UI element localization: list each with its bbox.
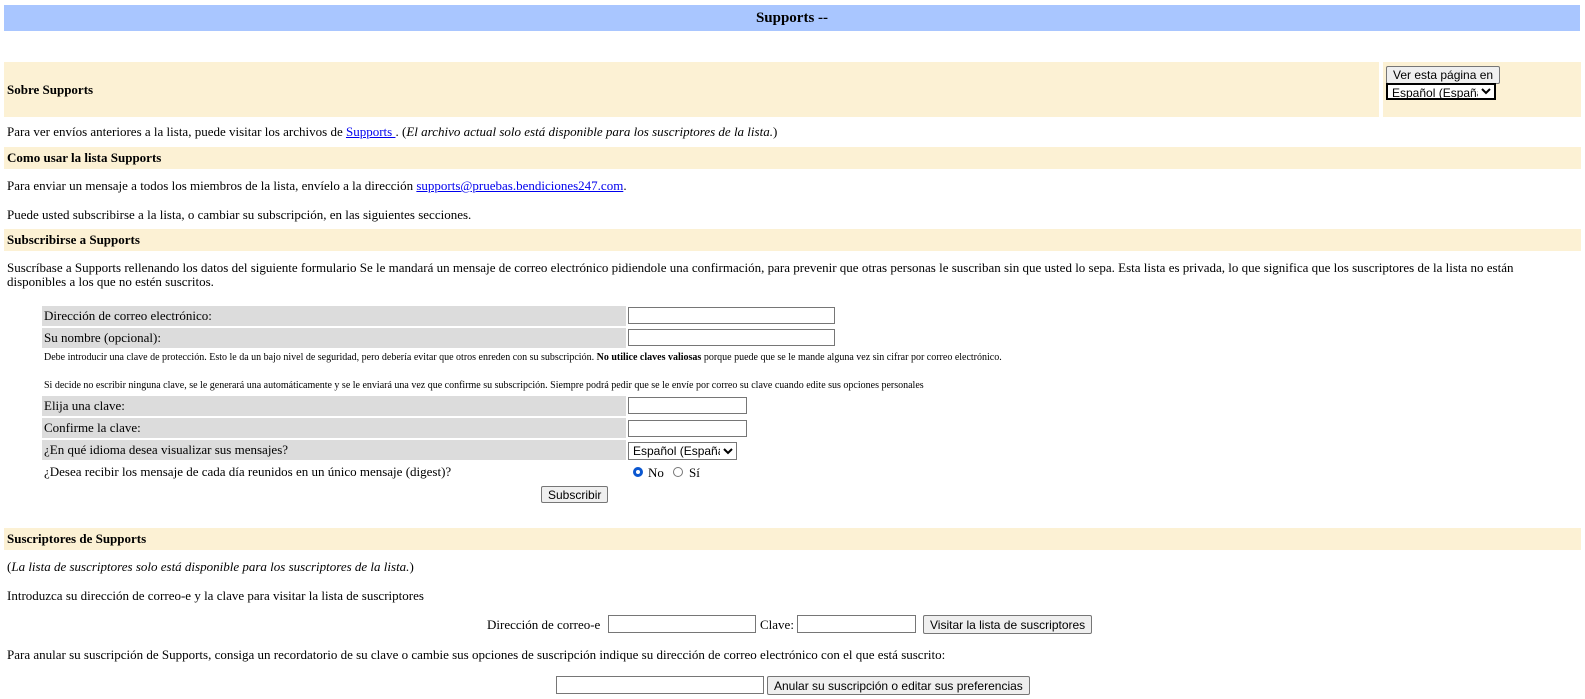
subscribe-title: Subscribirse a Supports xyxy=(7,232,140,247)
language-switcher: Ver esta página en Español (España) xyxy=(1383,62,1581,117)
subscribers-note: La lista de suscriptores solo está dispo… xyxy=(11,559,410,574)
subscribe-email-input[interactable] xyxy=(628,307,835,324)
password-confirm-label: Confirme la clave: xyxy=(42,418,626,438)
subscribe-password-input[interactable] xyxy=(628,397,747,414)
subscribers-note-paragraph: (La lista de suscriptores solo está disp… xyxy=(7,559,414,574)
subscribe-intro: Suscríbase a Supports rellenando los dat… xyxy=(7,260,1514,289)
unsubscribe-email-input[interactable] xyxy=(556,676,764,694)
digest-label: ¿Desea recibir los mensaje de cada día r… xyxy=(44,464,452,479)
subscribe-password-confirm-input[interactable] xyxy=(628,420,747,437)
digest-no-radio[interactable] xyxy=(633,467,643,477)
email-label: Dirección de correo electrónico: xyxy=(42,306,626,326)
subscribers-instructions: Introduzca su dirección de correo-e y la… xyxy=(7,588,424,603)
subscribe-section-header: Subscribirse a Supports xyxy=(4,229,1581,251)
roster-email-input[interactable] xyxy=(608,615,756,633)
usage-title: Como usar la lista Supports xyxy=(7,150,162,165)
digest-no-label: No xyxy=(648,465,664,480)
about-title: Sobre Supports xyxy=(7,82,94,97)
view-language-button[interactable]: Ver esta página en xyxy=(1386,66,1501,84)
list-email-link[interactable]: supports@pruebas.bendiciones247.com xyxy=(416,178,623,193)
password-auto-note: Si decide no escribir ninguna clave, se … xyxy=(44,380,924,391)
roster-password-input[interactable] xyxy=(797,615,916,633)
unsubscribe-button[interactable]: Anular su suscripción o editar sus prefe… xyxy=(767,676,1030,695)
password-note: Debe introducir una clave de protección.… xyxy=(44,352,1002,363)
subscribers-title: Suscriptores de Supports xyxy=(7,531,147,546)
subscribe-info-paragraph: Puede usted subscribirse a la lista, o c… xyxy=(7,207,472,222)
archive-note: El archivo actual solo está disponible p… xyxy=(406,124,773,139)
visit-roster-button[interactable]: Visitar la lista de suscriptores xyxy=(923,615,1093,634)
unsubscribe-paragraph: Para anular su suscripción de Supports, … xyxy=(7,647,946,662)
password-label: Elija una clave: xyxy=(42,396,626,416)
subscribe-button[interactable]: Subscribir xyxy=(541,486,609,503)
about-section-header: Sobre Supports xyxy=(4,62,1379,117)
archive-paragraph: Para ver envíos anteriores a la lista, p… xyxy=(7,124,778,139)
roster-email-label: Dirección de correo-e xyxy=(487,617,601,632)
usage-section-header: Como usar la lista Supports xyxy=(4,147,1581,169)
digest-yes-label: Sí xyxy=(689,465,700,480)
archive-link[interactable]: Supports xyxy=(346,124,395,139)
subscribers-section-header: Suscriptores de Supports xyxy=(4,528,1581,550)
page-language-select[interactable]: Español (España) xyxy=(1386,83,1496,100)
page-header: Supports -- xyxy=(4,5,1580,31)
name-label: Su nombre (opcional): xyxy=(42,328,626,348)
message-language-select[interactable]: Español (España) xyxy=(628,442,737,460)
subscribe-name-input[interactable] xyxy=(628,329,835,346)
send-paragraph: Para enviar un mensaje a todos los miemb… xyxy=(7,178,627,193)
page-title: Supports -- xyxy=(755,10,829,26)
roster-password-label: Clave: xyxy=(760,617,794,632)
digest-yes-radio[interactable] xyxy=(673,467,683,477)
language-label: ¿En qué idioma desea visualizar sus mens… xyxy=(42,440,626,460)
